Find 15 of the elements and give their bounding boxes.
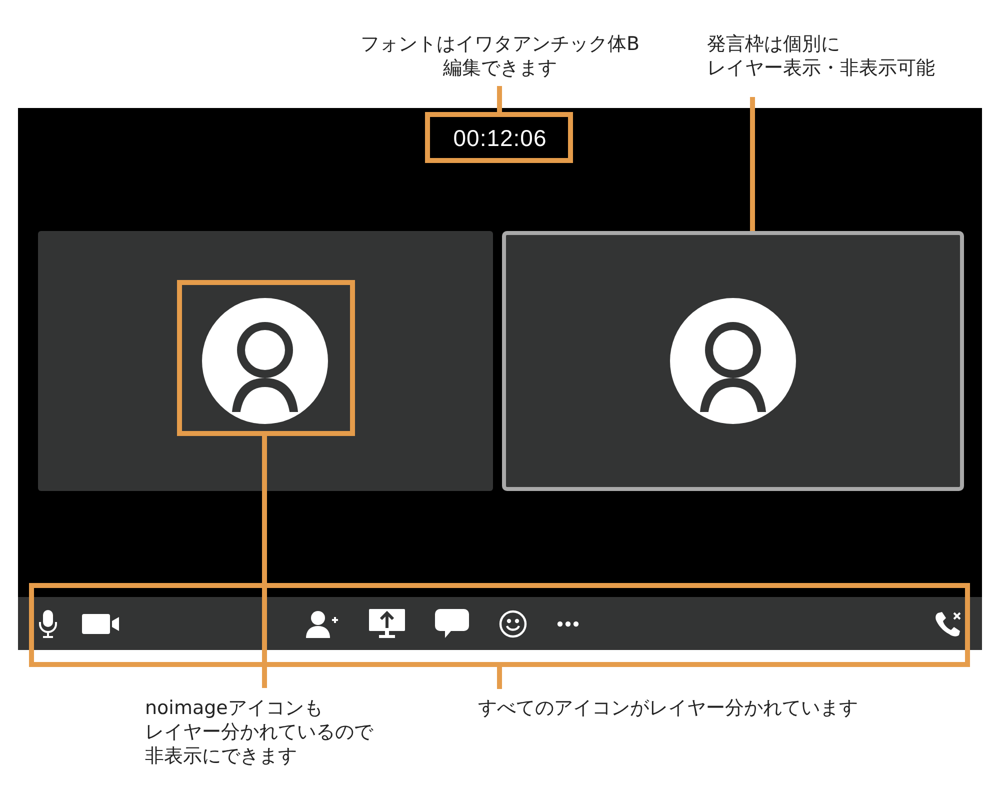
end-call-button[interactable] <box>934 610 962 636</box>
more-button[interactable] <box>557 620 579 626</box>
add-person-button[interactable] <box>305 610 339 638</box>
avatar-icon <box>670 298 796 424</box>
annotation-text: フォントはイワタアンチック体B 編集できます <box>360 33 640 80</box>
annotation-text: 発言枠は個別に レイヤー表示・非表示可能 <box>707 33 935 80</box>
call-timer: 00:12:06 <box>453 124 547 153</box>
share-screen-button[interactable] <box>369 608 405 638</box>
annotation-text: すべてのアイコンがレイヤー分かれています <box>478 697 858 721</box>
avatar-icon <box>202 298 328 424</box>
camera-button[interactable] <box>82 612 120 634</box>
emoji-button[interactable] <box>499 610 527 638</box>
annotation-text: noimageアイコンも レイヤー分かれているので 非表示にできます <box>145 697 373 768</box>
chat-button[interactable] <box>435 608 469 638</box>
microphone-button[interactable] <box>38 608 58 638</box>
